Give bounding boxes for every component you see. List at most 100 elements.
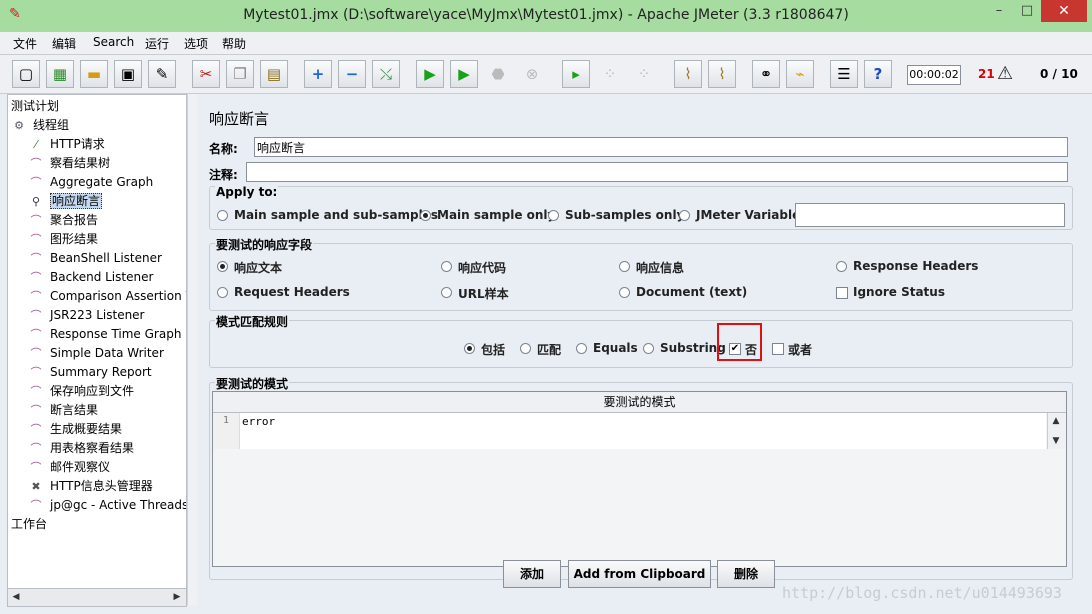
tree-node-workbench[interactable]: 工作台 <box>11 515 47 533</box>
tree-node[interactable]: ✖ HTTP信息头管理器 <box>28 477 152 495</box>
rule-matches-label: 匹配 <box>537 343 562 357</box>
start-no-pauses-icon[interactable]: ▶ <box>450 60 478 88</box>
field-url-sample-radio[interactable] <box>441 287 452 298</box>
open-icon[interactable]: ▬ <box>80 60 108 88</box>
menu-file[interactable]: 文件 <box>13 35 37 52</box>
scroll-up-icon[interactable]: ▲ <box>1048 413 1064 429</box>
scroll-left-icon[interactable]: ◀ <box>8 589 24 605</box>
help-icon[interactable]: ? <box>864 60 892 88</box>
splitter[interactable] <box>187 94 197 605</box>
tree-node[interactable]: ⌒ 察看结果树 <box>28 154 111 172</box>
tree-node-thread-group[interactable]: ⚙ 线程组 <box>11 116 69 134</box>
field-request-headers-radio[interactable] <box>217 287 228 298</box>
tree-node[interactable]: ⌒ 保存响应到文件 <box>28 382 135 400</box>
search-icon[interactable]: ⚭ <box>752 60 780 88</box>
table-row[interactable]: 1 error <box>213 413 1046 449</box>
apply-main-only-radio[interactable] <box>420 210 431 221</box>
menu-edit[interactable]: 编辑 <box>52 35 76 52</box>
field-document-text-radio[interactable] <box>619 287 630 298</box>
apply-sub-only-radio[interactable] <box>548 210 559 221</box>
assertion-icon: ⚲ <box>31 194 41 208</box>
name-field[interactable] <box>254 137 1068 157</box>
cut-icon[interactable]: ✂ <box>192 60 220 88</box>
tree-node[interactable]: ⌒ 聚合报告 <box>28 211 99 229</box>
clear-all-icon[interactable]: ⌇ <box>708 60 736 88</box>
field-response-message-radio[interactable] <box>619 261 630 272</box>
delete-button[interactable]: 删除 <box>717 560 775 588</box>
rule-matches-radio[interactable] <box>520 343 531 354</box>
tree-node-label: 工作台 <box>11 517 48 531</box>
tree-horizontal-scrollbar[interactable]: ◀ ▶ <box>7 588 187 607</box>
tree-node-label: 断言结果 <box>50 403 99 417</box>
rule-equals-radio[interactable] <box>576 343 587 354</box>
tree-node-test-plan[interactable]: 测试计划 <box>11 97 59 115</box>
collapse-icon[interactable]: − <box>338 60 366 88</box>
clear-icon[interactable]: ⌇ <box>674 60 702 88</box>
rule-contains-radio[interactable] <box>464 343 475 354</box>
remote-stop-icon[interactable]: ⁘ <box>596 60 624 88</box>
tree-node[interactable]: ⌒ Response Time Graph <box>28 325 182 343</box>
expand-icon[interactable]: + <box>304 60 332 88</box>
new-icon[interactable]: ▢ <box>12 60 40 88</box>
tree-node[interactable]: ⌒ Comparison Assertion V <box>28 287 187 305</box>
rule-substring-radio[interactable] <box>643 343 654 354</box>
tree-node[interactable]: ⌒ BeanShell Listener <box>28 249 162 267</box>
scroll-right-icon[interactable]: ▶ <box>169 589 185 605</box>
comment-field[interactable] <box>246 162 1068 182</box>
minimize-button[interactable]: – <box>985 0 1013 22</box>
function-helper-icon[interactable]: ☰ <box>830 60 858 88</box>
paste-icon[interactable]: ▤ <box>260 60 288 88</box>
jmeter-variable-input[interactable] <box>795 203 1065 227</box>
toolbar: ▢ ▦ ▬ ▣ ✎ ✂ ❐ ▤ + − ⤯ ▶ ▶ ⬣ ⊗ ▸ ⁘ ⁘ ⌇ ⌇ … <box>0 55 1092 94</box>
add-from-clipboard-button[interactable]: Add from Clipboard <box>568 560 711 588</box>
maximize-button[interactable]: □ <box>1013 0 1041 22</box>
templates-icon[interactable]: ▦ <box>46 60 74 88</box>
or-checkbox[interactable] <box>772 343 784 355</box>
field-response-text-radio[interactable] <box>217 261 228 272</box>
close-button[interactable]: ✕ <box>1041 0 1087 22</box>
stop-icon[interactable]: ⬣ <box>484 60 512 88</box>
copy-icon[interactable]: ❐ <box>226 60 254 88</box>
remote-start-icon[interactable]: ▸ <box>562 60 590 88</box>
tree-node[interactable]: ⌒ JSR223 Listener <box>28 306 145 324</box>
scroll-down-icon[interactable]: ▼ <box>1048 433 1064 449</box>
tree-node[interactable]: ⌒ 邮件观察仪 <box>28 458 111 476</box>
shutdown-icon[interactable]: ⊗ <box>518 60 546 88</box>
menu-search[interactable]: Search <box>93 35 134 49</box>
tree-node[interactable]: ⌒ 生成概要结果 <box>28 420 123 438</box>
tree-node[interactable]: ⌒ Simple Data Writer <box>28 344 164 362</box>
tree-node[interactable]: ⌒ Aggregate Graph <box>28 173 154 191</box>
remote-shutdown-icon[interactable]: ⁘ <box>630 60 658 88</box>
pattern-scrollbar[interactable]: ▲ ▼ <box>1047 413 1065 449</box>
tree-node[interactable]: ⌒ Backend Listener <box>28 268 154 286</box>
elapsed-timer: 00:00:02 <box>907 65 961 85</box>
ignore-status-checkbox[interactable] <box>836 287 848 299</box>
tree-node[interactable]: ⌒ jp@gc - Active Threads C <box>28 496 187 514</box>
rule-equals-label: Equals <box>593 341 638 355</box>
tree-node[interactable]: ⌒ 用表格察看结果 <box>28 439 135 457</box>
menu-options[interactable]: 选项 <box>184 35 208 52</box>
pattern-text[interactable]: error <box>242 414 275 430</box>
toggle-icon[interactable]: ⤯ <box>372 60 400 88</box>
apply-jmeter-variable-radio[interactable] <box>679 210 690 221</box>
menu-help[interactable]: 帮助 <box>222 35 246 52</box>
save-icon[interactable]: ▣ <box>114 60 142 88</box>
reset-search-icon[interactable]: ⌁ <box>786 60 814 88</box>
tree-node-label: 察看结果树 <box>50 156 111 170</box>
tree-node[interactable]: ⌒ 断言结果 <box>28 401 99 419</box>
start-icon[interactable]: ▶ <box>416 60 444 88</box>
tree-node[interactable]: ⁄ HTTP请求 <box>28 135 105 153</box>
field-response-code-radio[interactable] <box>441 261 452 272</box>
tree-node[interactable]: ⚲ 响应断言 <box>28 192 103 210</box>
tree-node-label: Response Time Graph <box>50 327 182 341</box>
warning-icon[interactable]: ⚠ <box>997 63 1013 84</box>
field-response-headers-radio[interactable] <box>836 261 847 272</box>
add-button[interactable]: 添加 <box>503 560 561 588</box>
menu-run[interactable]: 运行 <box>145 35 169 52</box>
save-as-icon[interactable]: ✎ <box>148 60 176 88</box>
tree-node[interactable]: ⌒ Summary Report <box>28 363 152 381</box>
not-checkbox[interactable]: ✔ <box>729 343 741 355</box>
tree-node[interactable]: ⌒ 图形结果 <box>28 230 99 248</box>
apply-main-and-sub-radio[interactable] <box>217 210 228 221</box>
assertion-panel: 响应断言 名称: 注释: Apply to: Main sample and s… <box>198 94 1086 605</box>
